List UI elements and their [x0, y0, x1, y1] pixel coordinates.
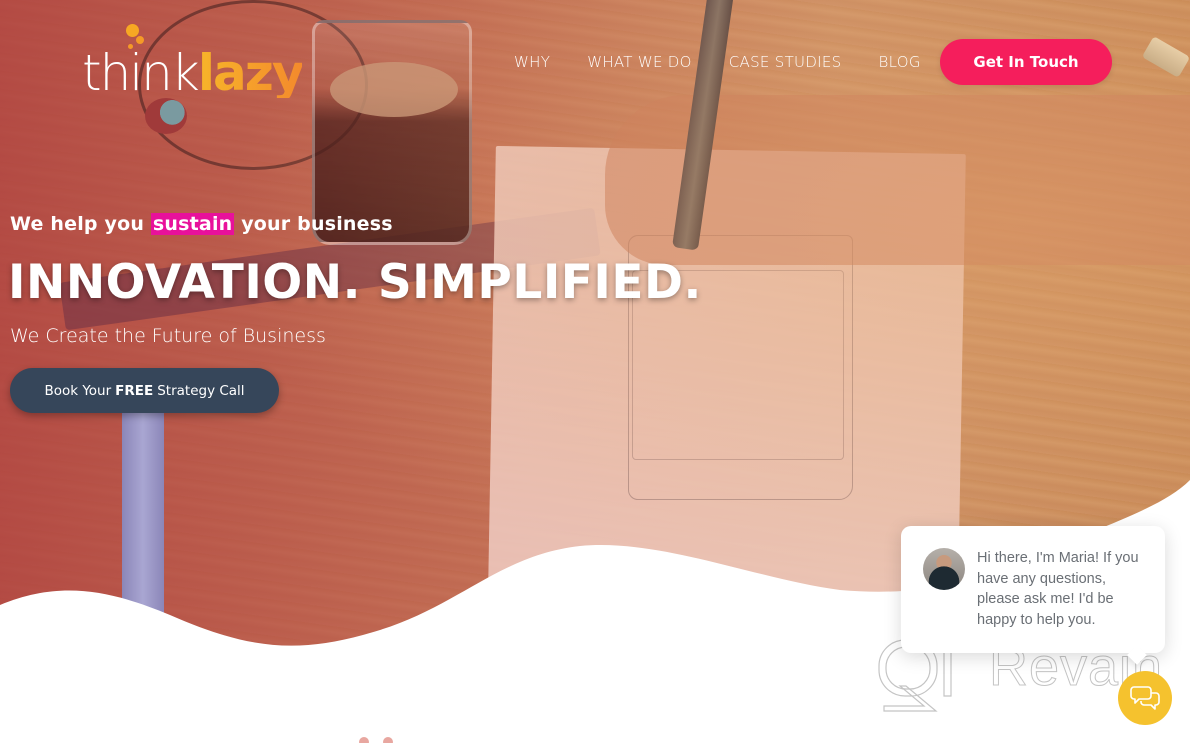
- nav-link-blog[interactable]: BLOG: [879, 53, 921, 71]
- logo[interactable]: think lazy: [82, 24, 305, 102]
- main-nav: WHY WHAT WE DO CASE STUDIES BLOG: [500, 40, 958, 84]
- nav-link-what-we-do[interactable]: WHAT WE DO: [587, 53, 692, 71]
- nav-link-why[interactable]: WHY: [514, 53, 550, 71]
- tagline-highlight: sustain: [150, 213, 235, 235]
- nav-link-case-studies[interactable]: CASE STUDIES: [729, 53, 842, 71]
- cta-prefix: Book Your: [44, 382, 112, 399]
- peek-dot: [383, 737, 393, 743]
- agent-avatar: [923, 548, 965, 590]
- logo-text-think: think: [82, 44, 200, 102]
- cta-bold: FREE: [115, 382, 154, 399]
- logo-text-lazy: lazy: [197, 44, 305, 102]
- peek-dot: [359, 737, 369, 743]
- logo-dot-icon: [136, 36, 144, 44]
- chat-bubbles-icon: [1130, 686, 1160, 710]
- hero-headline: INNOVATION. SIMPLIFIED.: [8, 255, 702, 310]
- tagline-suffix: your business: [234, 213, 393, 235]
- book-strategy-call-button[interactable]: Book Your FREE Strategy Call: [10, 368, 279, 413]
- cta-suffix: Strategy Call: [157, 382, 245, 399]
- logo-dot-icon: [128, 44, 133, 49]
- hero-subheadline: We Create the Future of Business: [10, 325, 326, 347]
- section-peek-decoration: [357, 737, 397, 743]
- chat-launcher-button[interactable]: [1118, 671, 1172, 725]
- get-in-touch-button[interactable]: Get In Touch: [940, 39, 1112, 85]
- tagline-prefix: We help you: [10, 213, 151, 235]
- logo-dot-icon: [126, 24, 139, 37]
- chat-message: Hi there, I'm Maria! If you have any que…: [977, 550, 1139, 628]
- hero-tagline: We help you sustain your business: [10, 213, 393, 235]
